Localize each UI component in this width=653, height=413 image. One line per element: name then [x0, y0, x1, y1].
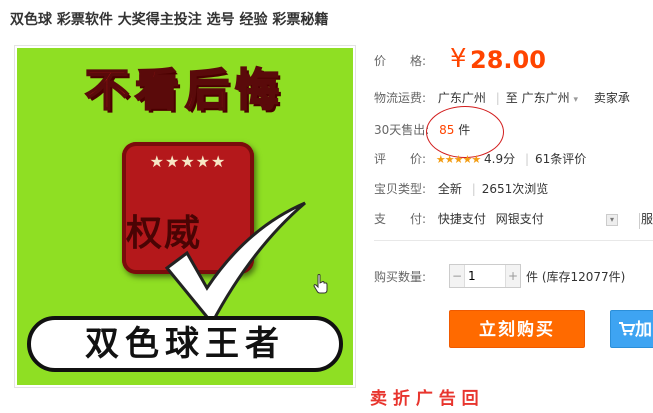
product-image-frame[interactable]: 不看后悔 ★★★★★ 权威 双色球王者 [14, 45, 356, 388]
rating-row: 评 价: ★★★★★ 4.9分 | 61条评价 [374, 150, 586, 167]
add-to-cart-button[interactable]: 加 [610, 310, 653, 348]
rating-count-link[interactable]: 61条评价 [535, 152, 586, 166]
image-headline: 不看后悔 [84, 64, 285, 117]
quantity-input[interactable] [466, 267, 508, 285]
stock-text: 件 (库存12077件) [526, 270, 626, 284]
cut-off-promo-text: 卖 折 广 告 回 [370, 389, 479, 409]
checkmark-icon [164, 201, 306, 326]
price-value: 28.00 [470, 46, 546, 74]
type-label: 宝贝类型: [374, 182, 427, 196]
shipping-separator: | [495, 91, 500, 105]
cart-icon [619, 322, 636, 336]
sold-label: 30天售出: [374, 123, 430, 137]
type-separator: | [471, 182, 476, 196]
rating-label: 评 价: [374, 152, 427, 166]
qty-row: 购买数量: [374, 268, 426, 285]
qty-label: 购买数量: [374, 270, 427, 284]
qty-decrement-button[interactable]: − [450, 265, 465, 287]
divider [374, 240, 653, 241]
payment-service-cut: 服 [641, 212, 653, 226]
shipping-seller: 卖家承 [593, 91, 630, 105]
qty-increment-button[interactable]: + [505, 265, 520, 287]
rating-separator: | [524, 152, 529, 166]
price-label: 价 格: [374, 54, 427, 68]
chevron-down-icon[interactable]: ▾ [573, 95, 578, 105]
quantity-stepper[interactable]: − + [449, 264, 521, 288]
product-image[interactable]: 不看后悔 ★★★★★ 权威 双色球王者 [17, 48, 353, 385]
image-bottom-text: 双色球王者 [27, 316, 343, 372]
payment-divider [639, 213, 640, 229]
rating-stars-icon: ★★★★★ [435, 153, 481, 166]
price-row: 价 格: [374, 52, 426, 69]
rating-score: 4.9分 [484, 152, 516, 166]
payment-quick[interactable]: 快捷支付 [438, 212, 486, 226]
shipping-label: 物流运费: [374, 91, 427, 105]
badge-stars: ★★★★★ [149, 152, 227, 171]
buy-now-button[interactable]: 立刻购买 [449, 310, 585, 348]
price-symbol: ¥ [450, 44, 467, 74]
shipping-row: 物流运费: 广东广州 | 至 广东广州 ▾ 卖家承 [374, 89, 630, 106]
views-count: 2651次浏览 [481, 182, 549, 196]
shipping-from[interactable]: 广东广州 [438, 91, 486, 105]
payment-more-icon[interactable]: ▾ [606, 214, 618, 226]
payment-row: 支 付: 快捷支付 网银支付 [374, 210, 544, 227]
type-value: 全新 [437, 182, 462, 196]
product-title: 双色球 彩票软件 大奖得主投注 选号 经验 彩票秘籍 [10, 12, 329, 28]
shipping-destination[interactable]: 广东广州 [522, 91, 570, 105]
shipping-to-word: 至 [505, 91, 518, 105]
add-to-cart-label: 加 [635, 320, 652, 340]
type-row: 宝贝类型: 全新 | 2651次浏览 [374, 180, 548, 197]
hand-cursor-icon [313, 274, 328, 294]
payment-bank[interactable]: 网银支付 [496, 212, 544, 226]
payment-label: 支 付: [374, 212, 427, 226]
